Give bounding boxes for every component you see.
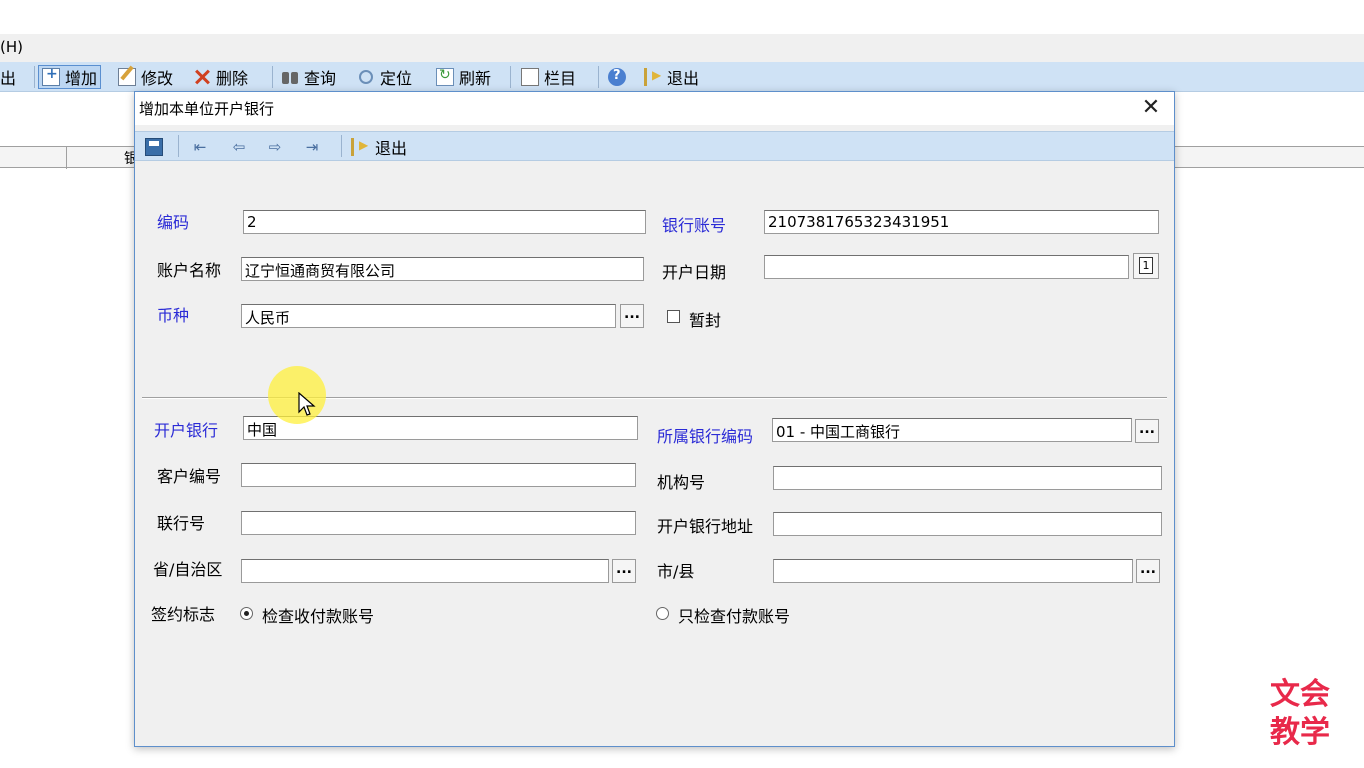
toolbar-add-button[interactable]: 增加 [38, 65, 102, 89]
watermark-line2: 教学 [1270, 715, 1330, 750]
mouse-cursor-icon [298, 392, 316, 416]
first-record-icon: ⇤ [193, 138, 207, 156]
last-record-button[interactable]: ⇥ [302, 136, 322, 158]
edit-icon [118, 68, 136, 86]
toolbar-locate-label: 定位 [380, 69, 413, 88]
toolbar-query-label: 查询 [304, 69, 337, 88]
add-doc-icon [42, 66, 60, 86]
open-date-label: 开户日期 [662, 263, 727, 282]
refresh-icon [436, 67, 454, 86]
next-record-button[interactable]: ⇨ [265, 136, 285, 158]
account-name-label: 账户名称 [157, 261, 222, 280]
province-field[interactable] [241, 559, 609, 583]
union-no-field[interactable] [241, 511, 636, 535]
bank-account-field[interactable]: 2107381765323431951 [764, 210, 1159, 234]
toolbar-columns-button[interactable]: 栏目 [521, 65, 576, 89]
watermark: 文会 教学 [1270, 676, 1330, 752]
union-no-label: 联行号 [157, 514, 206, 533]
bank-account-label: 银行账号 [662, 216, 727, 235]
currency-field[interactable]: 人民币 [241, 304, 616, 328]
binoculars-icon [281, 68, 299, 86]
toolbar-exit-button[interactable]: 退出 [644, 65, 699, 89]
date-picker-button[interactable]: 1 [1133, 253, 1159, 279]
currency-lookup-button[interactable]: ... [620, 304, 644, 328]
toolbar-separator [598, 66, 599, 88]
toolbar-query-button[interactable]: 查询 [281, 65, 336, 89]
main-toolbar: 出 增加 修改 删除 查询 定位 刷新 栏目 退出 [0, 62, 1364, 92]
toolbar-edit-label: 修改 [141, 69, 174, 88]
toolbar-locate-button[interactable]: 定位 [357, 65, 412, 89]
bank-address-field[interactable] [773, 512, 1162, 536]
toolbar-separator [178, 135, 179, 157]
account-name-field[interactable]: 辽宁恒通商贸有限公司 [241, 257, 644, 281]
province-label: 省/自治区 [153, 560, 223, 579]
toolbar-exit-label: 退出 [667, 69, 700, 88]
city-label: 市/县 [657, 562, 695, 581]
save-button[interactable] [145, 136, 163, 158]
dialog-toolbar: ⇤ ⇦ ⇨ ⇥ 退出 [135, 131, 1174, 161]
exit-icon [644, 68, 662, 86]
top-strip [0, 0, 1364, 32]
toolbar-help-button[interactable] [608, 65, 626, 89]
open-date-field[interactable] [764, 255, 1129, 279]
toolbar-partial-exit[interactable]: 出 [0, 65, 16, 89]
bank-code-field[interactable]: 01 - 中国工商银行 [772, 418, 1132, 442]
next-record-icon: ⇨ [268, 138, 282, 156]
toolbar-separator [341, 135, 342, 157]
help-icon [608, 68, 626, 86]
calendar-icon: 1 [1139, 257, 1153, 274]
menu-bar: (H) [0, 34, 1364, 62]
toolbar-separator [510, 66, 511, 88]
prev-record-button[interactable]: ⇦ [229, 136, 249, 158]
dialog-exit-button[interactable]: 退出 [351, 136, 407, 158]
columns-icon [521, 68, 539, 86]
sign-flag-label: 签约标志 [151, 605, 216, 624]
toolbar-partial-label: 出 [0, 69, 17, 88]
grid-column-divider [66, 147, 67, 169]
bank-code-label: 所属银行编码 [657, 427, 754, 446]
toolbar-separator [34, 66, 35, 88]
watermark-line1: 文会 [1270, 677, 1330, 712]
toolbar-add-label: 增加 [65, 69, 98, 88]
org-no-label: 机构号 [657, 473, 706, 492]
toolbar-delete-label: 删除 [216, 69, 249, 88]
cursor-highlight [268, 366, 326, 424]
exit-icon [351, 138, 369, 156]
prev-record-icon: ⇦ [232, 138, 246, 156]
bank-code-lookup-button[interactable]: ... [1135, 419, 1159, 443]
check-receive-label: 检查收付款账号 [262, 607, 375, 626]
delete-x-icon [193, 68, 211, 86]
check-pay-radio[interactable] [656, 607, 669, 620]
currency-label: 币种 [157, 306, 190, 325]
frozen-checkbox[interactable] [667, 310, 680, 323]
city-lookup-button[interactable]: ... [1136, 559, 1160, 583]
org-no-field[interactable] [773, 466, 1162, 490]
code-field[interactable]: 2 [243, 210, 646, 234]
menu-help-partial[interactable]: (H) [0, 38, 23, 56]
code-label: 编码 [157, 213, 190, 232]
city-field[interactable] [773, 559, 1133, 583]
check-receive-radio[interactable] [240, 607, 253, 620]
province-lookup-button[interactable]: ... [612, 559, 636, 583]
customer-no-label: 客户编号 [157, 467, 222, 486]
check-pay-label: 只检查付款账号 [678, 607, 791, 626]
last-record-icon: ⇥ [305, 138, 319, 156]
first-record-button[interactable]: ⇤ [190, 136, 210, 158]
frozen-label: 暂封 [689, 311, 722, 330]
toolbar-edit-button[interactable]: 修改 [118, 65, 173, 89]
toolbar-refresh-label: 刷新 [459, 69, 492, 88]
bank-address-label: 开户银行地址 [657, 517, 754, 536]
toolbar-columns-label: 栏目 [544, 69, 577, 88]
dialog-title: 增加本单位开户银行 [139, 100, 275, 118]
open-bank-label: 开户银行 [154, 421, 219, 440]
save-icon [145, 138, 163, 156]
locate-icon [359, 70, 373, 84]
toolbar-delete-button[interactable]: 删除 [193, 65, 248, 89]
close-button[interactable]: ✕ [1138, 94, 1164, 122]
customer-no-field[interactable] [241, 463, 636, 487]
dialog-titlebar[interactable]: 增加本单位开户银行 ✕ [135, 92, 1174, 125]
toolbar-refresh-button[interactable]: 刷新 [436, 65, 491, 89]
toolbar-separator [272, 66, 273, 88]
dialog-exit-label: 退出 [375, 139, 408, 158]
